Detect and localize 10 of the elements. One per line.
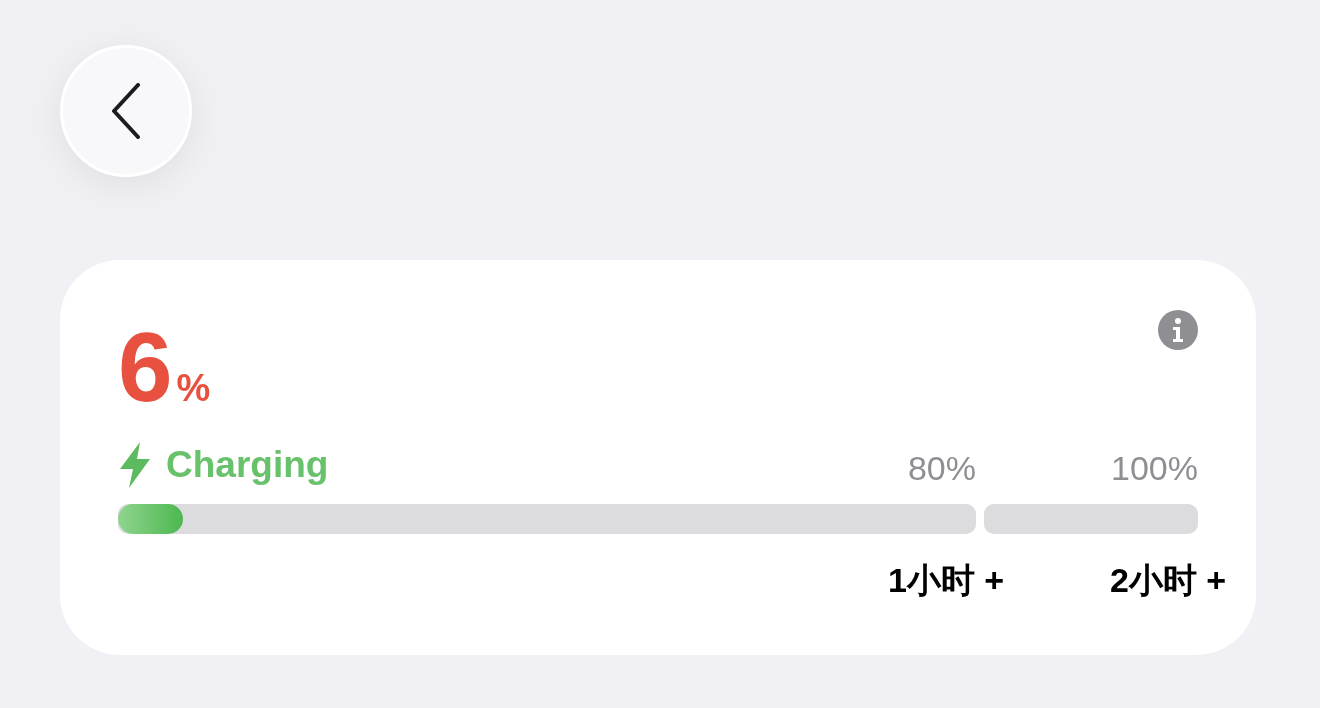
back-icon [110, 83, 142, 139]
time-estimate: 1小时 + [888, 560, 1005, 601]
percent-unit: % [176, 367, 211, 410]
charge-target: 100% [1111, 449, 1198, 488]
time-estimate: 2小时 + [1110, 560, 1227, 601]
battery-percent: 6 [118, 318, 173, 416]
charge-target: 80% [907, 449, 976, 488]
info-icon[interactable] [1158, 310, 1198, 350]
charging-status: Charging [166, 444, 329, 486]
bolt-icon [118, 442, 152, 488]
